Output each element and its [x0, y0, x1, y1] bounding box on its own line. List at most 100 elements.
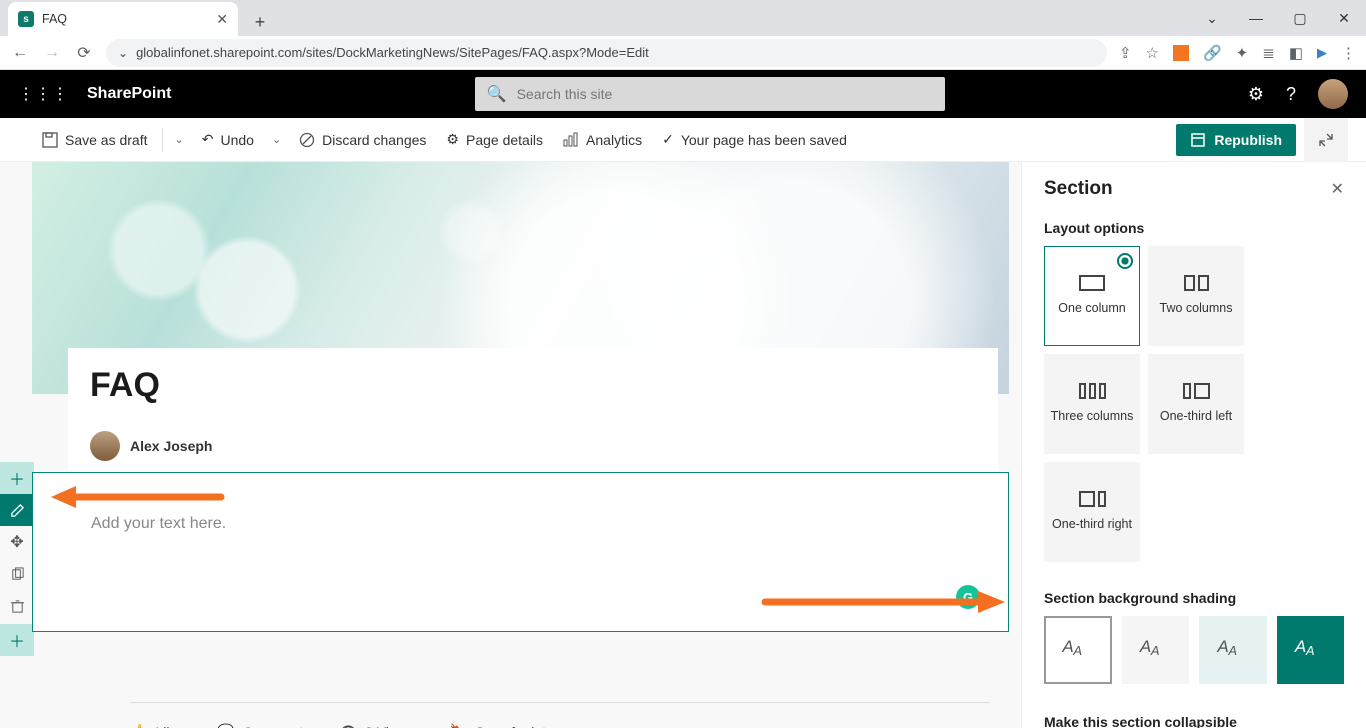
layout-options-label: Layout options [1044, 220, 1344, 236]
page-reactions: 👍Like 💬Comment 👁3 Views 🔖Save for later [130, 702, 990, 728]
discard-icon [299, 132, 315, 148]
address-bar-row: ← → ⟳ ⌄ globalinfonet.sharepoint.com/sit… [0, 36, 1366, 70]
collapsible-label: Make this section collapsible [1044, 714, 1344, 728]
collapse-panel-button[interactable] [1304, 118, 1348, 162]
save-icon [42, 132, 58, 148]
analytics-icon [563, 132, 579, 148]
undo-icon: ↶ [202, 131, 214, 148]
like-button[interactable]: 👍Like [130, 723, 181, 728]
minimize-icon[interactable]: ― [1234, 3, 1278, 33]
tab-strip: s FAQ ✕ + ⌄ ― ▢ ✕ [0, 0, 1366, 36]
undo-button[interactable]: ↶ Undo [192, 118, 264, 162]
collapse-icon [1318, 132, 1334, 148]
bg-option-soft[interactable]: A [1199, 616, 1267, 684]
layout-one-third-right[interactable]: One-third right [1044, 462, 1140, 562]
extensions-icon[interactable]: ✦ [1236, 44, 1249, 62]
reload-button[interactable]: ⟳ [74, 43, 94, 63]
edit-icon [10, 503, 25, 518]
search-box[interactable]: 🔍 [475, 77, 945, 111]
tab-close-icon[interactable]: ✕ [216, 11, 228, 28]
edit-section-button[interactable] [0, 494, 34, 526]
forward-button[interactable]: → [42, 44, 62, 62]
maximize-icon[interactable]: ▢ [1278, 3, 1322, 33]
address-bar[interactable]: ⌄ globalinfonet.sharepoint.com/sites/Doc… [106, 39, 1107, 67]
delete-section-button[interactable] [0, 590, 34, 622]
save-draft-button[interactable]: Save as draft [32, 118, 158, 162]
layout-one-column[interactable]: One column [1044, 246, 1140, 346]
reading-list-icon[interactable]: ≣ [1262, 44, 1275, 62]
bg-option-strong[interactable]: A [1277, 616, 1345, 684]
save-for-later-button[interactable]: 🔖Save for later [450, 723, 559, 728]
add-section-button[interactable]: ＋ [0, 462, 34, 494]
browser-tab[interactable]: s FAQ ✕ [8, 2, 238, 36]
discard-button[interactable]: Discard changes [289, 118, 436, 162]
republish-icon [1190, 132, 1206, 148]
browser-actions: ⇪ ☆ 🔗 ✦ ≣ ◧ ▶ ⋮ [1119, 44, 1356, 62]
search-input[interactable] [517, 86, 933, 102]
analytics-button[interactable]: Analytics [553, 118, 652, 162]
page-title[interactable]: FAQ [90, 366, 976, 405]
help-icon[interactable]: ? [1286, 84, 1296, 105]
suite-header: ⋮⋮⋮ SharePoint 🔍 ⚙ ? [0, 70, 1366, 118]
search-icon: 🔍 [487, 84, 507, 104]
bookmark-icon: 🔖 [450, 723, 467, 728]
chevron-down-icon[interactable]: ⌄ [1190, 3, 1234, 33]
author-avatar[interactable] [90, 431, 120, 461]
panel-close-button[interactable]: ✕ [1331, 179, 1344, 199]
section-properties-panel: Section ✕ Layout options One column Two … [1021, 162, 1366, 728]
browser-menu-icon[interactable]: ⋮ [1341, 44, 1356, 62]
tab-title: FAQ [42, 12, 67, 26]
duplicate-section-button[interactable] [0, 558, 34, 590]
author-name[interactable]: Alex Joseph [130, 438, 212, 454]
bookmark-icon[interactable]: ☆ [1146, 44, 1159, 62]
like-icon: 👍 [130, 723, 147, 728]
suite-actions: ⚙ ? [1248, 79, 1348, 109]
dock-ext-icon[interactable]: ▶ [1317, 45, 1327, 61]
save-dropdown[interactable]: ⌄ [167, 133, 192, 146]
side-panel-icon[interactable]: ◧ [1289, 44, 1303, 62]
section-edit-rail: ＋ ✥ [0, 462, 34, 622]
page-details-button[interactable]: ⚙ Page details [436, 118, 553, 162]
trash-icon [10, 599, 25, 614]
bg-shading-label: Section background shading [1044, 590, 1344, 606]
text-placeholder: Add your text here. [91, 515, 226, 533]
copy-icon [10, 567, 25, 582]
layout-two-columns[interactable]: Two columns [1148, 246, 1244, 346]
extension-icon[interactable] [1173, 45, 1189, 61]
republish-button[interactable]: Republish [1176, 124, 1296, 156]
layout-options: One column Two columns Three columns One… [1044, 246, 1344, 562]
site-info-icon[interactable]: ⌄ [118, 46, 128, 60]
browser-chrome: s FAQ ✕ + ⌄ ― ▢ ✕ ← → ⟳ ⌄ globalinfonet.… [0, 0, 1366, 70]
undo-dropdown[interactable]: ⌄ [264, 133, 289, 146]
views-count: 👁3 Views [339, 723, 414, 728]
share-icon[interactable]: ⇪ [1119, 44, 1132, 62]
back-button[interactable]: ← [10, 44, 30, 62]
url-text: globalinfonet.sharepoint.com/sites/DockM… [136, 45, 649, 60]
page-canvas: FAQ Alex Joseph ＋ ✥ ＋ Add your text here… [0, 162, 1021, 728]
add-section-below-button[interactable]: ＋ [0, 624, 34, 656]
panel-title: Section [1044, 178, 1113, 200]
bg-shading-options: A A A A [1044, 616, 1344, 684]
saved-status: ✓ Your page has been saved [652, 118, 857, 162]
link-icon[interactable]: 🔗 [1203, 44, 1222, 62]
layout-one-third-left[interactable]: One-third left [1148, 354, 1244, 454]
workspace: FAQ Alex Joseph ＋ ✥ ＋ Add your text here… [0, 162, 1366, 728]
settings-icon[interactable]: ⚙ [1248, 84, 1264, 105]
brand-label: SharePoint [87, 85, 171, 103]
title-area: FAQ Alex Joseph [68, 348, 998, 471]
move-section-button[interactable]: ✥ [0, 526, 34, 558]
user-avatar[interactable] [1318, 79, 1348, 109]
gear-icon: ⚙ [446, 131, 459, 148]
sharepoint-favicon-icon: s [18, 11, 34, 27]
annotation-arrow-left [46, 482, 226, 512]
window-controls: ⌄ ― ▢ ✕ [1190, 0, 1366, 36]
views-icon: 👁 [339, 723, 357, 728]
app-launcher-icon[interactable]: ⋮⋮⋮ [18, 84, 69, 104]
bg-option-none[interactable]: A [1044, 616, 1112, 684]
layout-three-columns[interactable]: Three columns [1044, 354, 1140, 454]
bg-option-neutral[interactable]: A [1122, 616, 1190, 684]
check-icon: ✓ [662, 131, 674, 148]
new-tab-button[interactable]: + [246, 8, 274, 36]
close-window-icon[interactable]: ✕ [1322, 3, 1366, 33]
comment-button[interactable]: 💬Comment [217, 723, 303, 728]
